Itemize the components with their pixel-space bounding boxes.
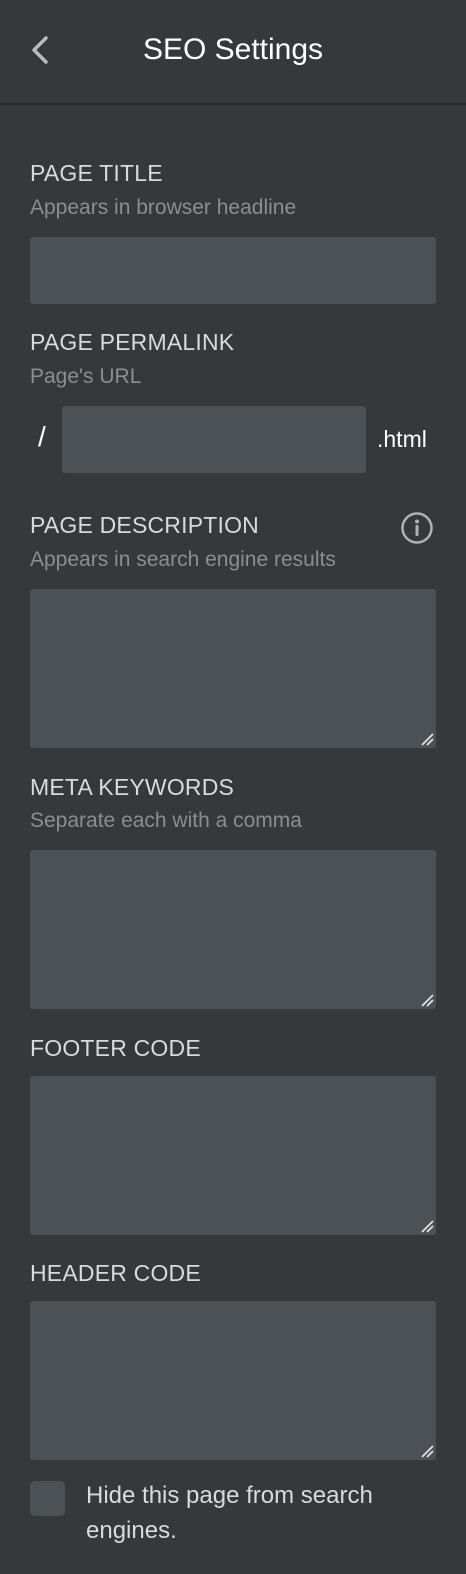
resize-grip-icon[interactable] xyxy=(420,732,434,746)
meta-keywords-label: META KEYWORDS xyxy=(30,774,235,800)
meta-keywords-textarea[interactable] xyxy=(30,850,436,1009)
header-code-label: HEADER CODE xyxy=(30,1260,201,1286)
page-description-label: PAGE DESCRIPTION xyxy=(30,512,259,538)
page-permalink-hint: Page's URL xyxy=(30,365,142,388)
resize-grip-icon[interactable] xyxy=(420,1219,434,1233)
page-permalink-input[interactable] xyxy=(62,406,366,473)
meta-keywords-hint: Separate each with a comma xyxy=(30,809,302,832)
footer-code-label: FOOTER CODE xyxy=(30,1035,201,1061)
page-description-hint: Appears in search engine results xyxy=(30,548,336,571)
resize-grip-icon[interactable] xyxy=(420,993,434,1007)
permalink-prefix: / xyxy=(38,421,46,452)
hide-from-search-checkbox[interactable] xyxy=(30,1481,65,1516)
page-title-input[interactable] xyxy=(30,237,436,304)
page-title-label: PAGE TITLE xyxy=(30,160,163,186)
page-permalink-label: PAGE PERMALINK xyxy=(30,329,235,355)
resize-grip-icon[interactable] xyxy=(420,1444,434,1458)
hide-from-search-label[interactable]: Hide this page from search engines. xyxy=(86,1478,436,1548)
footer-code-textarea[interactable] xyxy=(30,1076,436,1235)
permalink-suffix: .html xyxy=(377,426,427,452)
page-description-textarea[interactable] xyxy=(30,589,436,748)
panel-header: SEO Settings xyxy=(0,0,466,105)
header-code-textarea[interactable] xyxy=(30,1301,436,1460)
page-title-hint: Appears in browser headline xyxy=(30,196,297,219)
panel-title: SEO Settings xyxy=(142,33,324,66)
info-icon[interactable] xyxy=(400,511,434,545)
